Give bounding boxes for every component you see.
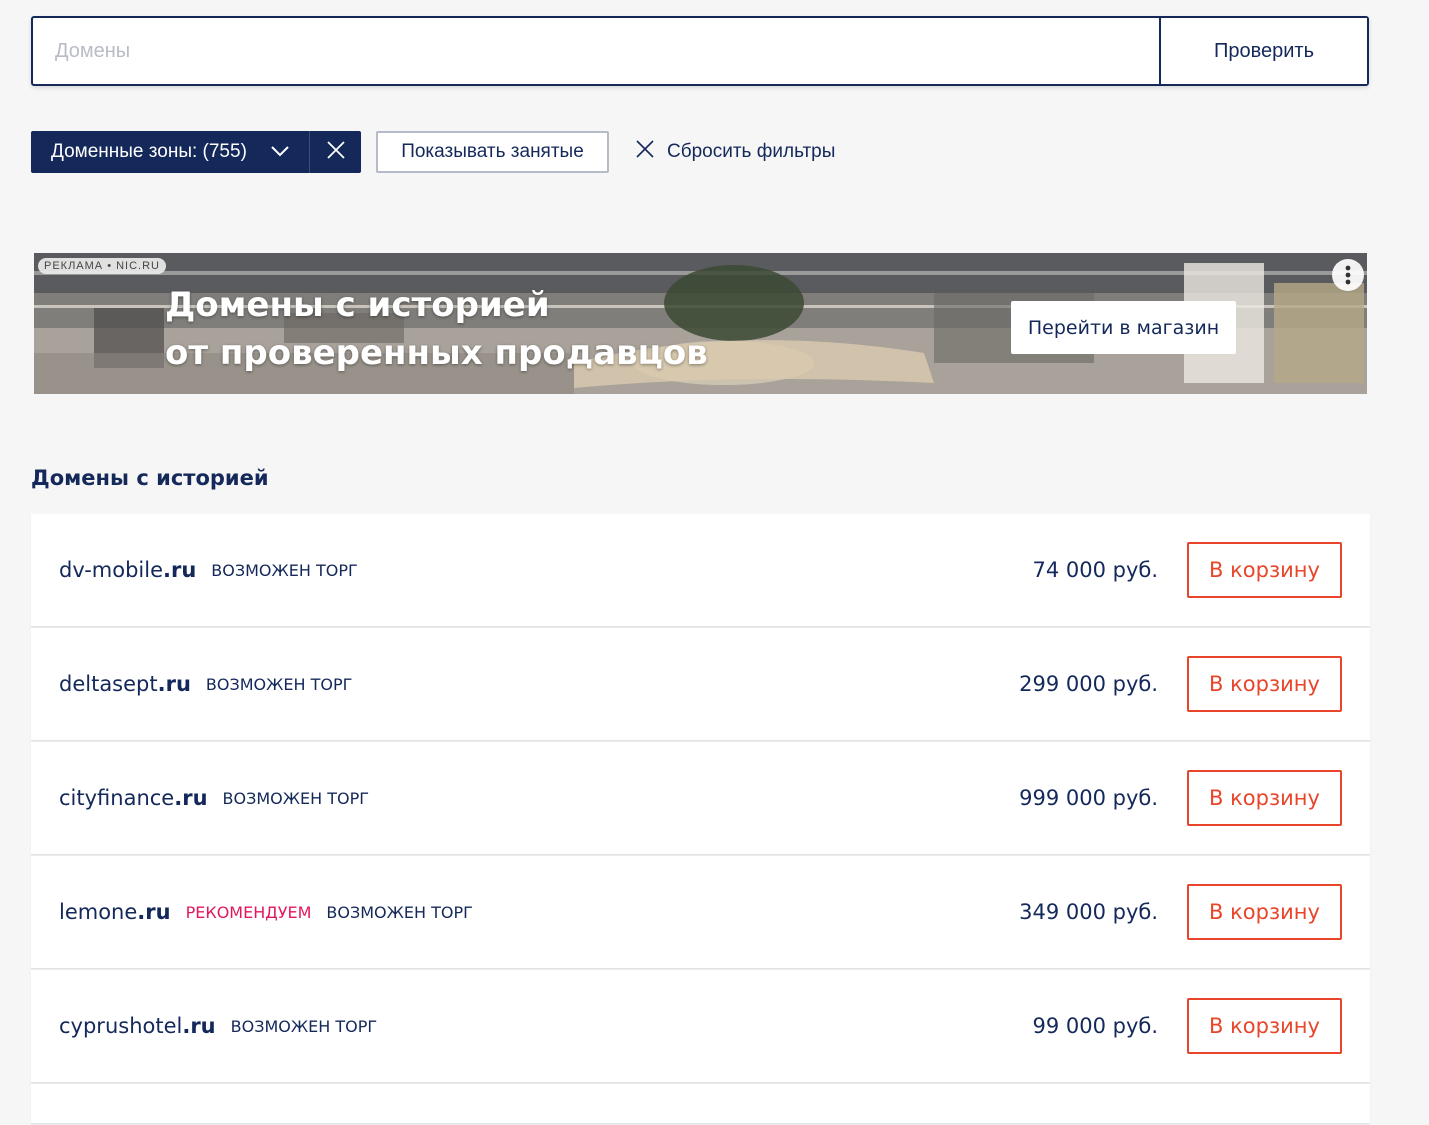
- domain-price: 74 000 руб.: [1032, 558, 1158, 582]
- banner-headline-line-2: от проверенных продавцов: [165, 333, 708, 373]
- show-busy-button[interactable]: Показывать занятые: [376, 131, 609, 173]
- domain-row: cyprushotel.ru ВОЗМОЖЕН ТОРГ 99 000 руб.…: [31, 970, 1370, 1083]
- domain-price: 299 000 руб.: [1019, 672, 1158, 696]
- banner-headline: Домены с историей от проверенных продавц…: [165, 281, 708, 377]
- more-options-icon[interactable]: [1332, 259, 1364, 291]
- add-to-cart-button[interactable]: В корзину: [1187, 542, 1342, 598]
- domain-row: deltasept.ru ВОЗМОЖЕН ТОРГ 299 000 руб. …: [31, 628, 1370, 741]
- domain-name[interactable]: lemone.ru: [59, 900, 171, 924]
- domain-name[interactable]: cyprushotel.ru: [59, 1014, 216, 1038]
- reset-filters-label: Сбросить фильтры: [667, 141, 836, 162]
- bargain-badge: ВОЗМОЖЕН ТОРГ: [205, 674, 353, 694]
- domain-row: lemone.ru РЕКОМЕНДУЕМ ВОЗМОЖЕН ТОРГ 349 …: [31, 856, 1370, 969]
- bargain-badge: ВОЗМОЖЕН ТОРГ: [326, 902, 473, 922]
- ad-label: РЕКЛАМА • NIC.RU: [38, 258, 166, 274]
- domain-price: 99 000 руб.: [1032, 1014, 1158, 1038]
- domain-row: dv-mobile.ru ВОЗМОЖЕН ТОРГ 74 000 руб. В…: [31, 514, 1370, 627]
- clear-zones-button[interactable]: [309, 131, 361, 173]
- domain-price: 999 000 руб.: [1019, 786, 1158, 810]
- domain-name[interactable]: deltasept.ru: [59, 672, 191, 696]
- banner-headline-line-1: Домены с историей: [165, 285, 550, 325]
- section-title: Домены с историей: [31, 466, 269, 490]
- close-icon: [635, 139, 667, 165]
- filter-bar: Доменные зоны: (755) Показывать занятые …: [31, 131, 835, 173]
- domain-row: [31, 1084, 1370, 1124]
- domain-name[interactable]: dv-mobile.ru: [59, 558, 196, 582]
- domain-name[interactable]: cityfinance.ru: [59, 786, 208, 810]
- bargain-badge: ВОЗМОЖЕН ТОРГ: [222, 788, 369, 808]
- add-to-cart-button[interactable]: В корзину: [1187, 656, 1342, 712]
- domain-zones-dropdown[interactable]: Доменные зоны: (755): [31, 131, 309, 173]
- reset-filters-link[interactable]: Сбросить фильтры: [635, 139, 835, 165]
- recommended-badge: РЕКОМЕНДУЕМ: [185, 902, 312, 922]
- domain-search-input[interactable]: [33, 18, 1159, 84]
- check-button[interactable]: Проверить: [1159, 18, 1367, 84]
- bargain-badge: ВОЗМОЖЕН ТОРГ: [230, 1016, 378, 1036]
- go-to-shop-button[interactable]: Перейти в магазин: [1011, 301, 1236, 354]
- add-to-cart-button[interactable]: В корзину: [1187, 884, 1342, 940]
- domain-zones-label: Доменные зоны: (755): [51, 141, 247, 162]
- bargain-badge: ВОЗМОЖЕН ТОРГ: [211, 560, 358, 580]
- domain-search-bar: Проверить: [31, 16, 1369, 86]
- add-to-cart-button[interactable]: В корзину: [1187, 770, 1342, 826]
- domain-list: dv-mobile.ru ВОЗМОЖЕН ТОРГ 74 000 руб. В…: [31, 514, 1370, 1125]
- add-to-cart-button[interactable]: В корзину: [1187, 998, 1342, 1054]
- ad-banner[interactable]: РЕКЛАМА • NIC.RU Домены с историей от пр…: [34, 253, 1367, 394]
- domain-row: cityfinance.ru ВОЗМОЖЕН ТОРГ 999 000 руб…: [31, 742, 1370, 855]
- close-icon: [326, 140, 346, 165]
- chevron-down-icon: [271, 141, 289, 163]
- domain-price: 349 000 руб.: [1019, 900, 1158, 924]
